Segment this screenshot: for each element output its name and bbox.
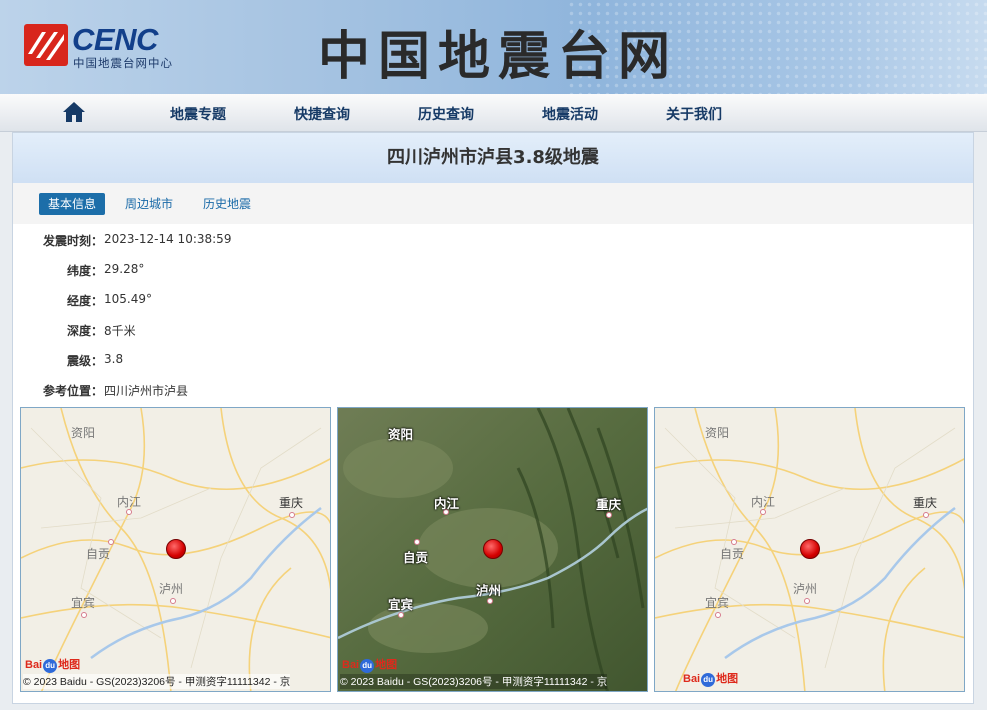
city-dot	[170, 598, 176, 604]
nav-item-quick-search[interactable]: 快捷查询	[294, 104, 350, 124]
nav-item-history-search[interactable]: 历史查询	[418, 104, 474, 124]
city-label: 宜宾	[71, 596, 96, 610]
info-row-depth: 深度： 8千米	[13, 322, 413, 338]
info-label: 参考位置：	[42, 384, 103, 398]
info-label: 发震时刻：	[42, 234, 103, 248]
info-label: 深度：	[66, 324, 103, 338]
city-label: 重庆	[596, 497, 622, 512]
tab-nearby-cities[interactable]: 周边城市	[125, 193, 173, 215]
map-satellite[interactable]: 资阳 内江 重庆 自贡 泸州 宜宾 Bai du 地图 © 2023 Baidu -…	[337, 407, 648, 692]
city-label: 自贡	[86, 547, 111, 561]
nav-item-topics[interactable]: 地震专题	[170, 104, 226, 124]
city-label: 泸州	[793, 582, 818, 596]
info-value: 105.49°	[104, 292, 152, 306]
city-label: 资阳	[71, 426, 96, 440]
map-road-2[interactable]: 资阳 内江 重庆 自贡 泸州 宜宾 Bai du 地图	[654, 407, 965, 692]
city-label: 内江	[117, 495, 142, 509]
info-row-location: 参考位置： 四川泸州市泸县	[13, 382, 413, 398]
city-label: 内江	[434, 496, 460, 511]
city-label: 资阳	[705, 426, 730, 440]
city-label: 内江	[751, 495, 776, 509]
baidu-map-logo: Bai du 地图	[683, 673, 739, 687]
baidu-map-logo: Bai du 地图	[342, 659, 398, 673]
nav-item-about[interactable]: 关于我们	[666, 104, 722, 124]
logo-text: CENC	[72, 22, 158, 57]
city-dot	[923, 512, 929, 518]
earthquake-marker[interactable]	[166, 539, 186, 559]
city-label: 宜宾	[388, 597, 414, 612]
map-copyright: © 2023 Baidu - GS(2023)3206号 - 甲测资字11111…	[23, 674, 291, 689]
city-label: 宜宾	[705, 596, 730, 610]
city-dot	[414, 539, 420, 545]
city-label: 泸州	[476, 583, 502, 598]
info-value: 3.8	[104, 352, 124, 366]
city-label: 重庆	[913, 496, 938, 510]
tab-bar: 基本信息 周边城市 历史地震	[13, 183, 973, 224]
tab-history-quakes[interactable]: 历史地震	[203, 193, 251, 215]
city-label: 资阳	[388, 427, 414, 442]
city-label: 重庆	[279, 496, 304, 510]
map-copyright: © 2023 Baidu - GS(2023)3206号 - 甲测资字11111…	[340, 674, 608, 689]
header-banner: CENC 中国地震台网中心 中国地震台网	[0, 0, 987, 94]
info-label: 纬度：	[66, 264, 103, 278]
main-nav: 地震专题 快捷查询 历史查询 地震活动 关于我们	[0, 94, 987, 132]
city-label: 自贡	[403, 550, 429, 565]
map-road-1[interactable]: 资阳 内江 重庆 自贡 泸州 宜宾 Bai du 地图 © 2023 Baidu -…	[20, 407, 331, 692]
info-row-longitude: 经度： 105.49°	[13, 292, 413, 308]
info-label: 震级：	[66, 354, 103, 368]
info-row-magnitude: 震级： 3.8	[13, 352, 413, 368]
baidu-map-logo: Bai du 地图	[25, 659, 81, 673]
info-value: 2023-12-14 10:38:59	[104, 232, 232, 246]
earthquake-marker[interactable]	[483, 539, 503, 559]
city-dot	[804, 598, 810, 604]
nav-item-activity[interactable]: 地震活动	[542, 104, 598, 124]
event-title: 四川泸州市泸县3.8级地震	[13, 133, 973, 183]
city-dot	[289, 512, 295, 518]
info-value: 29.28°	[104, 262, 145, 276]
logo-subtitle: 中国地震台网中心	[73, 56, 173, 70]
city-dot	[81, 612, 87, 618]
home-icon[interactable]	[62, 101, 86, 123]
site-title: 中国地震台网	[318, 26, 679, 87]
info-value: 8千米	[104, 324, 136, 338]
info-row-time: 发震时刻： 2023-12-14 10:38:59	[13, 232, 413, 248]
earthquake-marker[interactable]	[800, 539, 820, 559]
info-label: 经度：	[66, 294, 103, 308]
cenc-logo-mark-icon	[24, 24, 68, 66]
cenc-logo[interactable]: CENC 中国地震台网中心	[24, 22, 194, 70]
city-label: 泸州	[159, 582, 184, 596]
city-dot	[715, 612, 721, 618]
event-panel: 四川泸州市泸县3.8级地震 基本信息 周边城市 历史地震 发震时刻： 2023-…	[12, 132, 974, 704]
info-value: 四川泸州市泸县	[104, 384, 189, 398]
city-label: 自贡	[720, 547, 745, 561]
info-row-latitude: 纬度： 29.28°	[13, 262, 413, 278]
tab-basic-info[interactable]: 基本信息	[39, 193, 106, 215]
